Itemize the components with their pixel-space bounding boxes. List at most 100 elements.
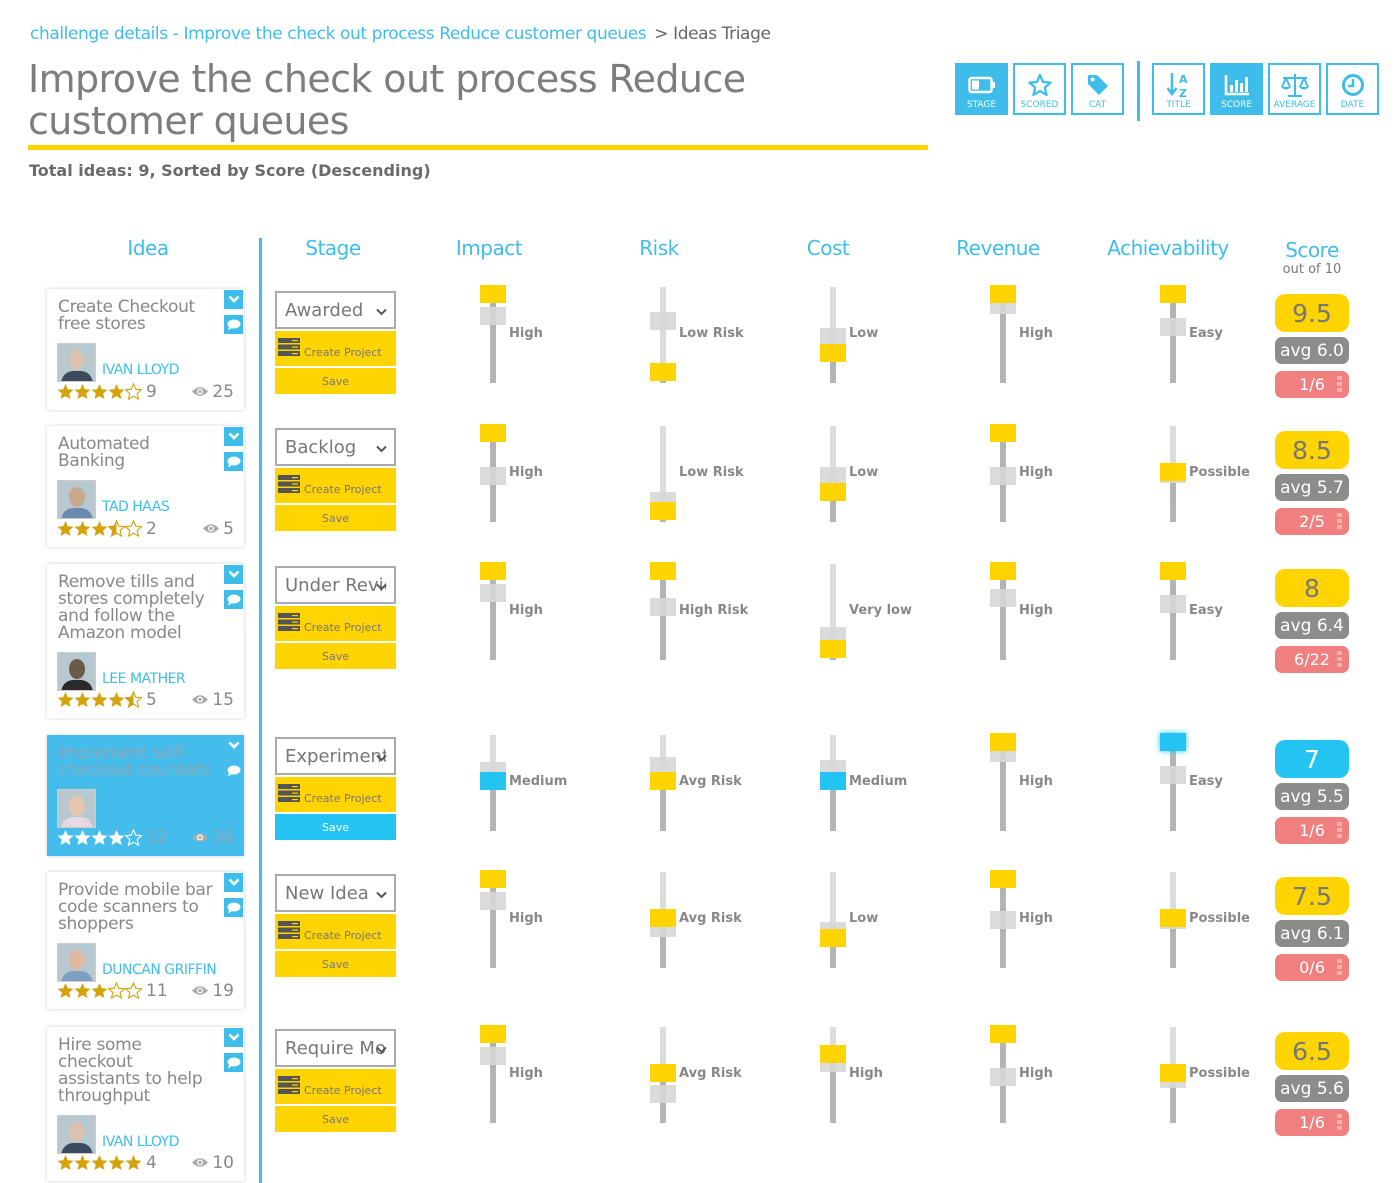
author-name[interactable]: IVAN LLOYD [102, 362, 180, 378]
idea-title[interactable]: Implement self-checkout counters [58, 745, 218, 779]
cost-slider[interactable] [820, 287, 846, 383]
achievability-slider[interactable] [1160, 562, 1186, 660]
score-badge[interactable]: 8.5 [1275, 431, 1349, 469]
impact-slider[interactable] [480, 870, 506, 968]
author-name[interactable]: TAD HAAS [102, 499, 170, 515]
star-icon[interactable] [57, 691, 74, 713]
star-icon[interactable] [57, 520, 74, 542]
revenue-slider[interactable] [990, 733, 1016, 831]
more-options-icon[interactable] [1337, 376, 1342, 392]
star-icon[interactable] [124, 519, 143, 542]
score-badge[interactable]: 8 [1275, 569, 1349, 607]
score-badge[interactable]: 6.5 [1275, 1032, 1349, 1070]
more-options-icon[interactable] [1337, 651, 1342, 667]
star-icon[interactable] [57, 383, 74, 405]
stage-select[interactable]: Under Review [275, 566, 396, 604]
star-icon[interactable] [57, 982, 74, 1004]
achievability-slider[interactable] [1160, 1027, 1186, 1123]
star-icon[interactable] [91, 520, 108, 542]
star-icon[interactable] [108, 829, 125, 851]
slider-handle[interactable] [480, 1025, 506, 1043]
slider-handle[interactable] [480, 285, 506, 303]
author-avatar[interactable] [57, 343, 96, 382]
star-rating[interactable] [57, 690, 143, 713]
star-icon[interactable] [124, 690, 143, 713]
star-icon[interactable] [124, 828, 143, 851]
author-name[interactable]: LEE MATHER [102, 671, 186, 687]
author-avatar[interactable] [57, 652, 96, 691]
slider-handle[interactable] [990, 424, 1016, 442]
expand-chevron-icon[interactable] [224, 873, 243, 892]
score-badge[interactable]: 7 [1275, 740, 1349, 778]
revenue-slider[interactable] [990, 424, 1016, 522]
author-avatar[interactable] [57, 943, 96, 982]
star-icon[interactable] [91, 982, 108, 1004]
slider-handle[interactable] [650, 502, 676, 520]
create-project-button[interactable]: Create Project [275, 606, 396, 641]
stage-select[interactable]: Require More Info [275, 1029, 396, 1067]
save-button[interactable]: Save [275, 643, 396, 669]
slider-handle[interactable] [480, 772, 506, 790]
risk-slider[interactable] [650, 287, 676, 383]
author-avatar[interactable] [57, 480, 96, 519]
score-badge[interactable]: 9.5 [1275, 294, 1349, 332]
revenue-slider[interactable] [990, 285, 1016, 383]
star-icon[interactable] [124, 382, 143, 405]
star-rating[interactable] [57, 382, 143, 405]
achievability-slider[interactable] [1160, 872, 1186, 968]
sort-date-button[interactable]: DATE [1326, 63, 1379, 115]
star-icon[interactable] [108, 691, 125, 713]
star-icon[interactable] [91, 1154, 108, 1176]
star-icon[interactable] [57, 1154, 74, 1176]
score-badge[interactable]: 7.5 [1275, 877, 1349, 915]
comment-icon[interactable] [224, 761, 243, 780]
sort-score-button[interactable]: SCORE [1210, 63, 1263, 115]
star-icon[interactable] [91, 691, 108, 713]
cost-slider[interactable] [820, 1027, 846, 1123]
star-icon[interactable] [57, 829, 74, 851]
slider-handle[interactable] [990, 733, 1016, 751]
author-avatar[interactable] [57, 1115, 96, 1154]
impact-slider[interactable] [480, 285, 506, 383]
slider-handle[interactable] [650, 363, 676, 381]
star-icon[interactable] [74, 383, 91, 405]
achievability-slider[interactable] [1160, 733, 1186, 831]
idea-title[interactable]: Provide mobile bar code scanners to shop… [58, 882, 218, 933]
expand-chevron-icon[interactable] [224, 290, 243, 309]
create-project-button[interactable]: Create Project [275, 1069, 396, 1104]
create-project-button[interactable]: Create Project [275, 914, 396, 949]
slider-handle[interactable] [820, 772, 846, 790]
achievability-slider[interactable] [1160, 426, 1186, 522]
more-options-icon[interactable] [1337, 1114, 1342, 1130]
more-options-icon[interactable] [1337, 959, 1342, 975]
slider-handle[interactable] [990, 870, 1016, 888]
star-icon[interactable] [74, 829, 91, 851]
slider-handle[interactable] [650, 772, 676, 790]
slider-handle[interactable] [990, 562, 1016, 580]
impact-slider[interactable] [480, 1025, 506, 1123]
stage-select[interactable]: Backlog [275, 428, 396, 466]
slider-handle[interactable] [1160, 909, 1186, 927]
idea-card[interactable]: Automated Banking TAD HAAS 2 5 [47, 426, 244, 547]
star-icon[interactable] [125, 1154, 142, 1176]
cost-slider[interactable] [820, 872, 846, 968]
create-project-button[interactable]: Create Project [275, 468, 396, 503]
save-button[interactable]: Save [275, 368, 396, 394]
slider-handle[interactable] [1160, 562, 1186, 580]
star-icon[interactable] [91, 829, 108, 851]
author-name[interactable]: DUNCAN GRIFFIN [102, 962, 217, 978]
achievability-slider[interactable] [1160, 285, 1186, 383]
slider-handle[interactable] [1160, 285, 1186, 303]
author-name[interactable]: IVAN LLOYD [102, 1134, 180, 1150]
star-rating[interactable] [57, 828, 143, 851]
star-icon[interactable] [91, 383, 108, 405]
rank-badge[interactable]: 2/5 [1275, 508, 1349, 535]
star-icon[interactable] [108, 1154, 125, 1176]
more-options-icon[interactable] [1337, 822, 1342, 838]
save-button[interactable]: Save [275, 951, 396, 977]
filter-scored-button[interactable]: SCORED [1013, 63, 1066, 115]
stage-select[interactable]: Experimental [275, 737, 396, 775]
comment-icon[interactable] [224, 452, 243, 471]
slider-handle[interactable] [820, 929, 846, 947]
idea-title[interactable]: Hire some checkout assistants to help th… [58, 1037, 218, 1105]
